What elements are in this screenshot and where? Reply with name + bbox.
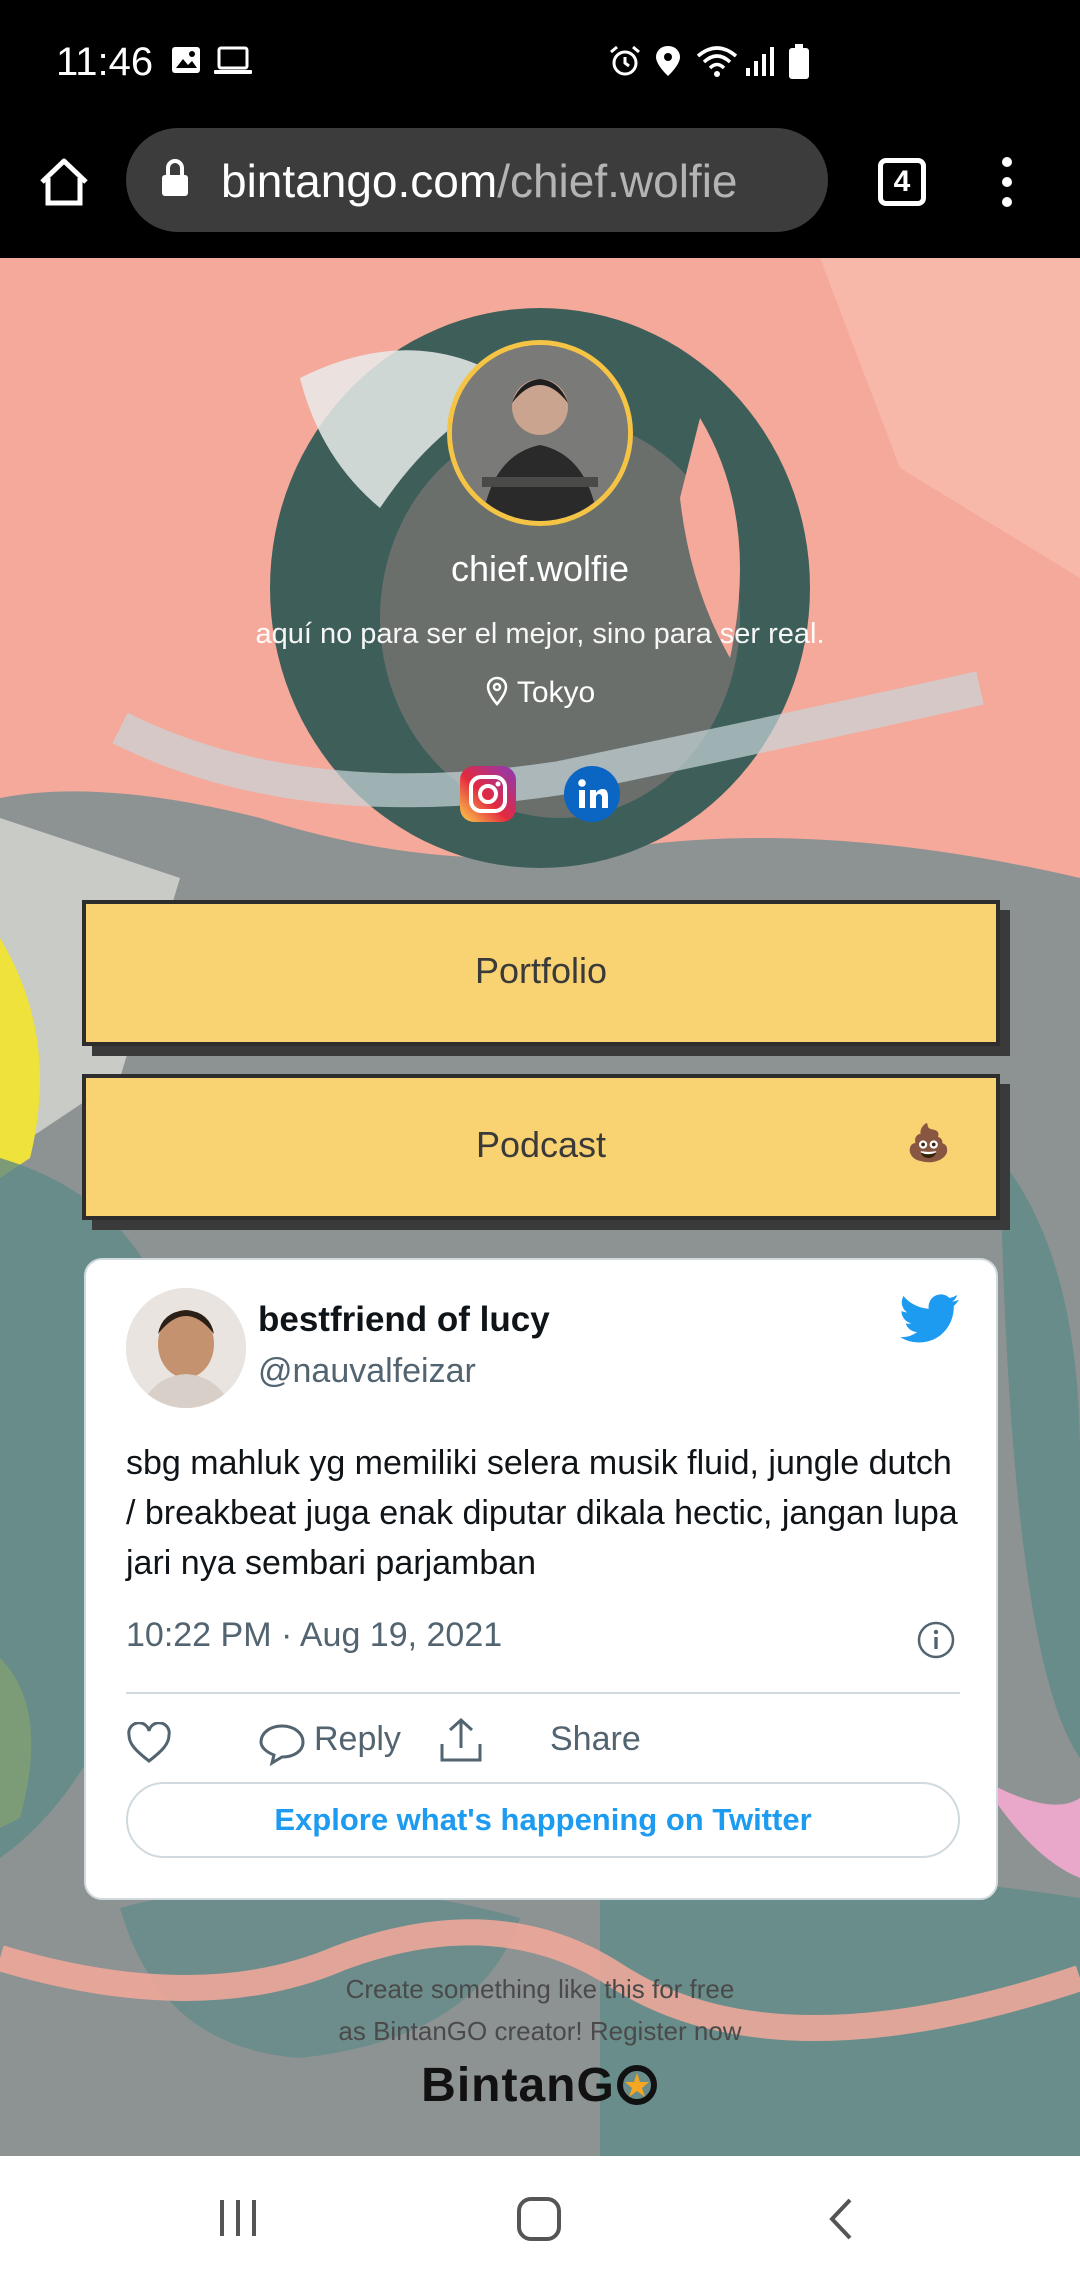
- status-bar: 11:46: [0, 0, 1080, 128]
- avatar-photo: [452, 345, 628, 521]
- wifi-icon: [696, 46, 738, 77]
- like-heart-icon[interactable]: [126, 1722, 172, 1764]
- share-upload-icon[interactable]: [438, 1716, 484, 1764]
- bintango-wordmark: BintanG: [421, 2059, 615, 2112]
- status-time: 11:46: [56, 40, 154, 84]
- back-icon[interactable]: [824, 2196, 858, 2242]
- gallery-icon: [172, 47, 200, 73]
- reply-label[interactable]: Reply: [314, 1720, 401, 1759]
- tweet-timestamp[interactable]: 10:22 PM · Aug 19, 2021: [126, 1616, 502, 1655]
- twitter-bird-icon[interactable]: [900, 1294, 960, 1344]
- url-text: bintango.com/chief.wolfie: [221, 154, 738, 208]
- share-label[interactable]: Share: [550, 1720, 641, 1759]
- profile-avatar[interactable]: [447, 340, 633, 526]
- profile-name: chief.wolfie: [450, 548, 630, 589]
- tweet-avatar-photo: [126, 1288, 246, 1408]
- alarm-icon: [610, 45, 640, 76]
- location-text: Tokyo: [516, 676, 596, 709]
- register-promo-text[interactable]: Create something like this for free as B…: [0, 1968, 1080, 2052]
- portfolio-link-label: Portfolio: [474, 950, 608, 991]
- home-icon[interactable]: [38, 156, 90, 208]
- home-button-icon[interactable]: [516, 2196, 562, 2242]
- tweet-divider: [126, 1692, 960, 1694]
- location-pin-icon: [486, 676, 508, 706]
- signal-icon: [746, 47, 774, 76]
- bintango-logo[interactable]: BintanG: [0, 2058, 1080, 2113]
- poop-emoji-icon: 💩: [906, 1122, 951, 1163]
- more-options-icon[interactable]: [996, 154, 1018, 210]
- tweet-display-name[interactable]: bestfriend of lucy: [258, 1300, 550, 1340]
- profile-page: chief.wolfie aquí no para ser el mejor, …: [0, 258, 1080, 2156]
- location-icon: [656, 46, 680, 76]
- laptop-icon: [214, 46, 252, 74]
- linkedin-icon[interactable]: [564, 766, 620, 822]
- portfolio-link-button[interactable]: Portfolio: [82, 900, 1000, 1046]
- tweet-handle[interactable]: @nauvalfeizar: [258, 1352, 476, 1391]
- info-icon[interactable]: [916, 1620, 956, 1660]
- podcast-link-button[interactable]: Podcast 💩: [82, 1074, 1000, 1220]
- reply-bubble-icon[interactable]: [258, 1722, 306, 1766]
- explore-twitter-button[interactable]: Explore what's happening on Twitter: [126, 1782, 960, 1858]
- url-bar[interactable]: bintango.com/chief.wolfie: [126, 128, 828, 232]
- podcast-link-label: Podcast: [475, 1124, 607, 1165]
- battery-icon: [789, 44, 809, 79]
- promo-line-2: as BintanGO creator! Register now: [338, 2016, 742, 2046]
- browser-toolbar: bintango.com/chief.wolfie 4: [0, 128, 1080, 258]
- instagram-icon[interactable]: [460, 766, 516, 822]
- tweet-text: sbg mahluk yg memiliki selera musik flui…: [126, 1444, 958, 1582]
- url-domain: bintango.com: [221, 155, 498, 207]
- url-path: /chief.wolfie: [497, 155, 738, 207]
- bintango-star-o-icon: [616, 2065, 657, 2105]
- profile-bio: aquí no para ser el mejor, sino para ser…: [255, 618, 825, 650]
- system-navigation-bar: [0, 2156, 1080, 2280]
- tab-switcher-button[interactable]: 4: [878, 158, 926, 206]
- lock-icon: [162, 159, 188, 196]
- recent-apps-icon[interactable]: [216, 2198, 260, 2238]
- profile-location: Tokyo: [0, 676, 1080, 710]
- promo-line-1: Create something like this for free: [345, 1974, 735, 2004]
- embedded-tweet[interactable]: bestfriend of lucy @nauvalfeizar sbg mah…: [84, 1258, 998, 1900]
- tweet-author-avatar[interactable]: [126, 1288, 246, 1408]
